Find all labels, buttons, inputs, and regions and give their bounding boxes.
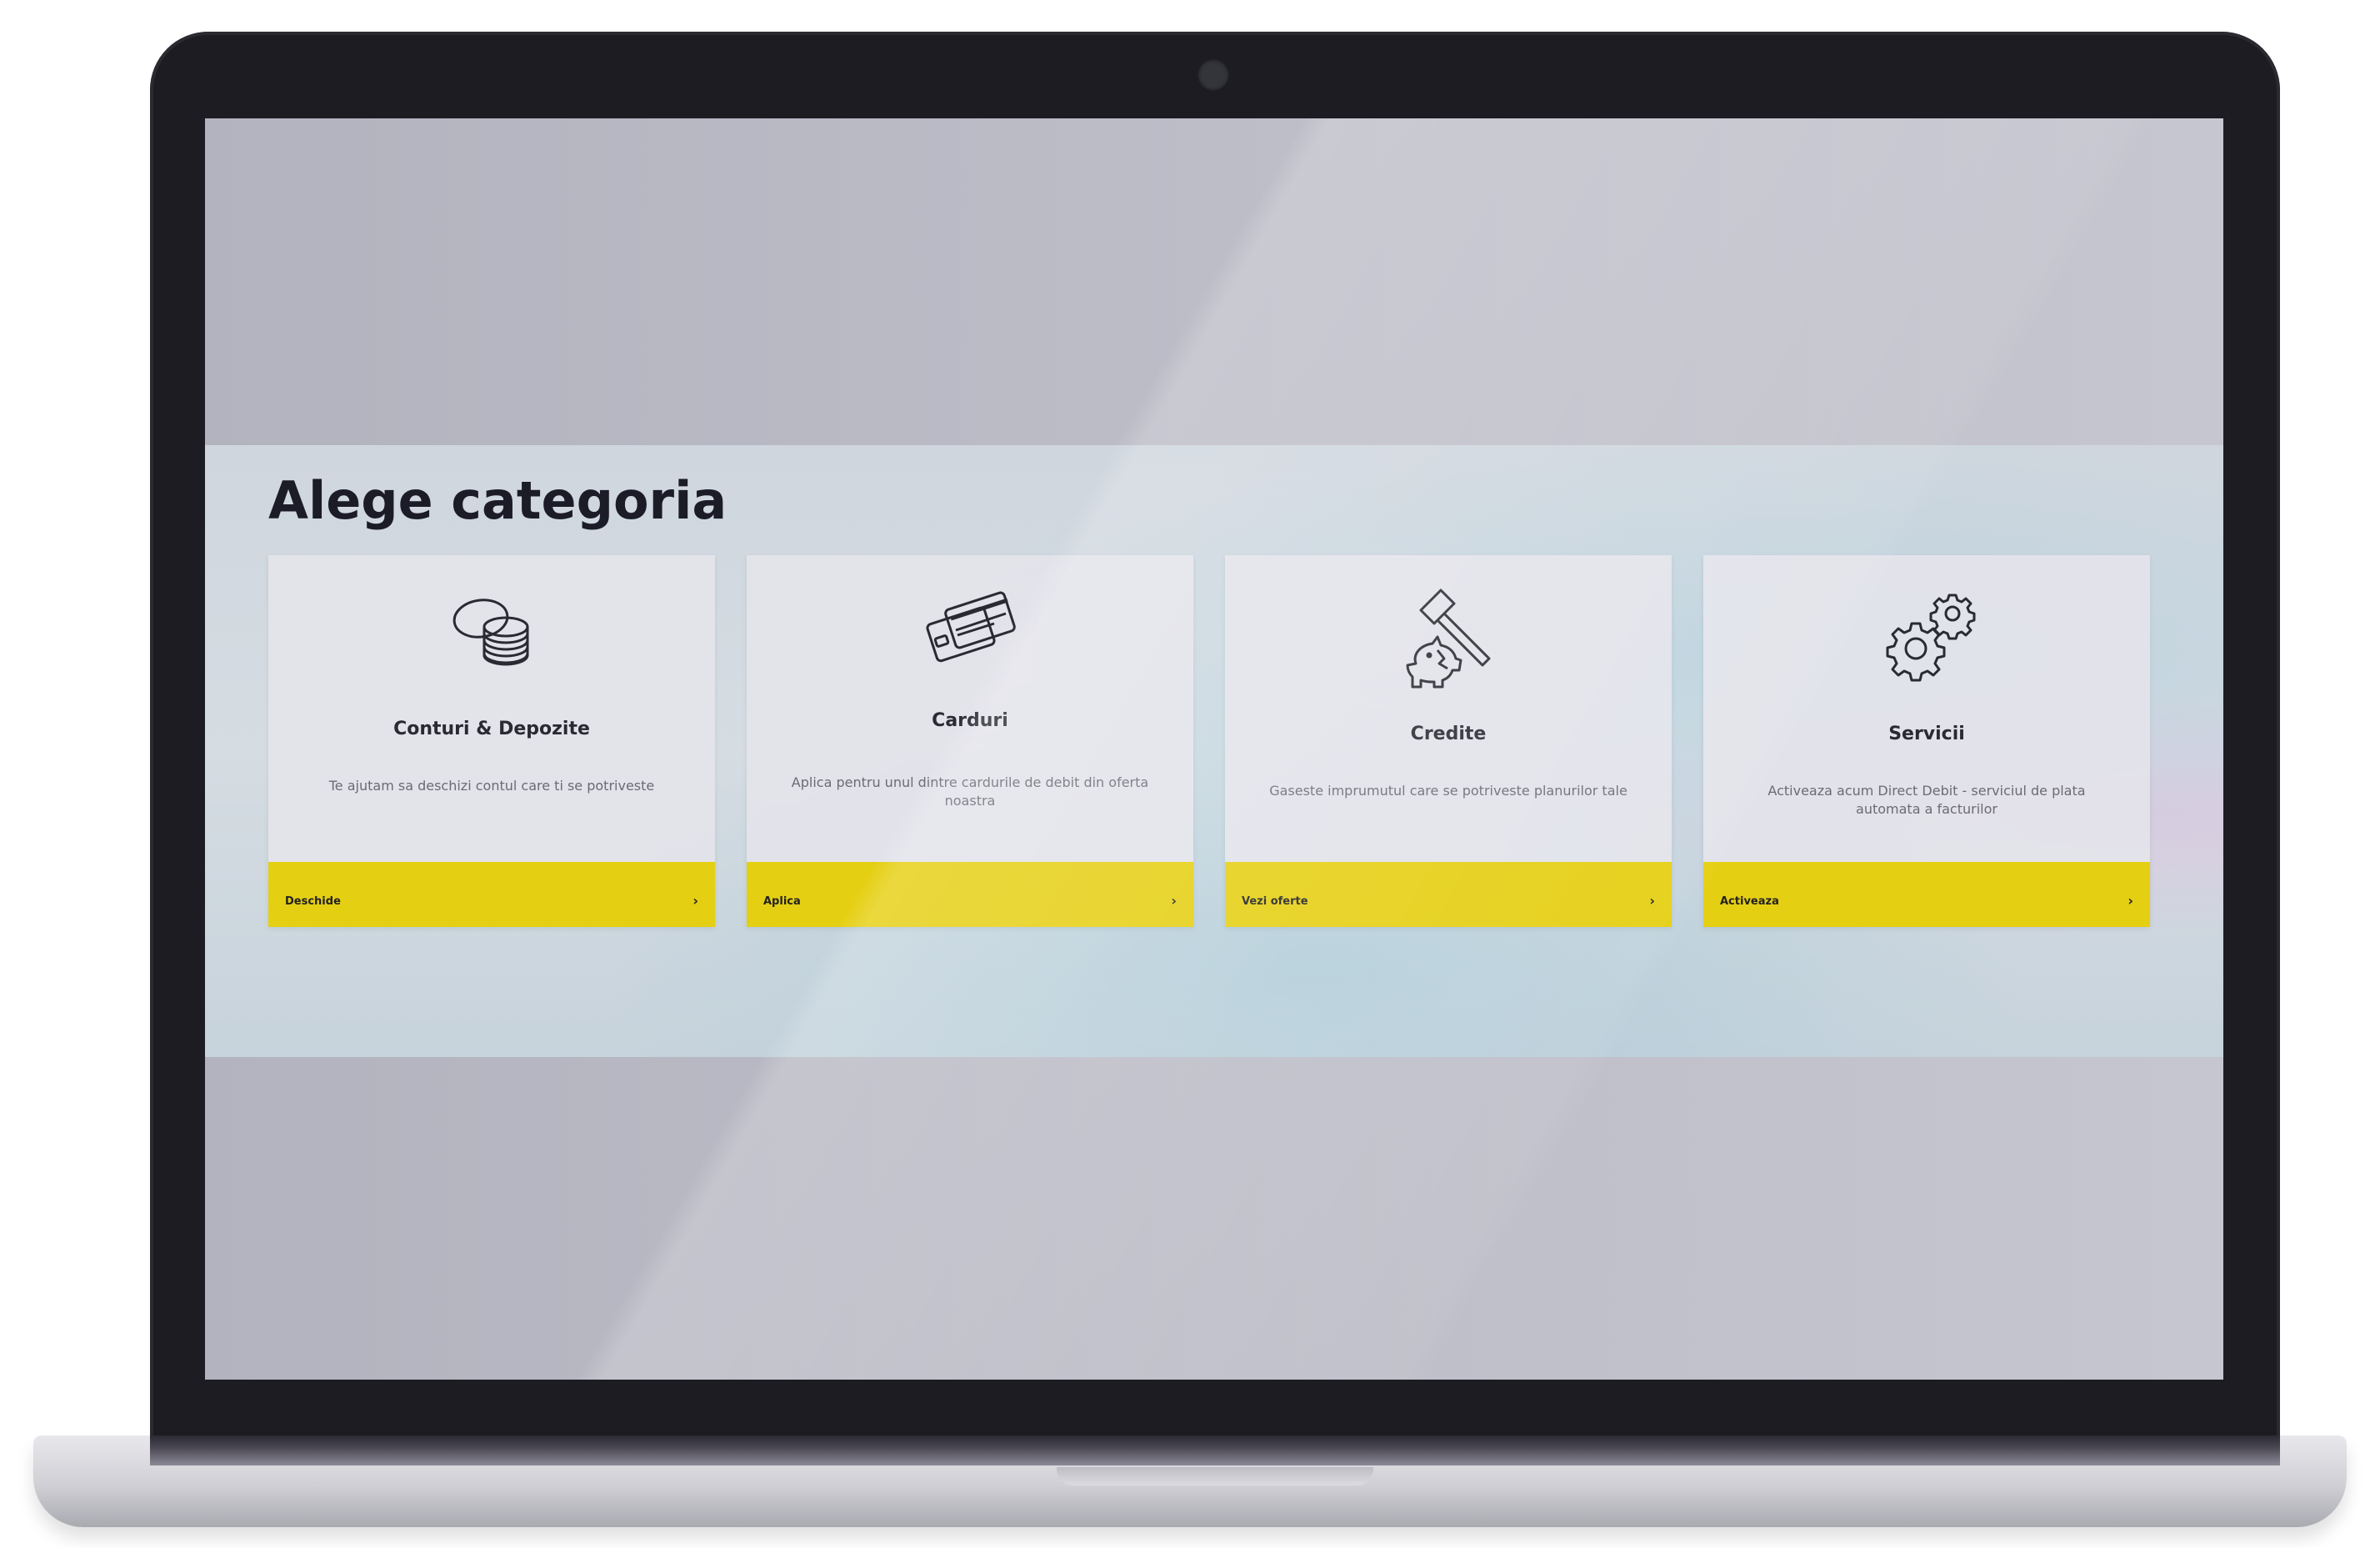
laptop-hinge <box>150 1435 2280 1465</box>
chevron-right-icon: › <box>2128 893 2133 909</box>
chevron-right-icon: › <box>692 893 698 909</box>
aplica-button[interactable]: Aplica › <box>747 862 1193 927</box>
activeaza-button[interactable]: Activeaza › <box>1703 862 2150 927</box>
coins-icon <box>452 599 529 666</box>
laptop-screen: Alege categoria Conturi & Depozite Te aj… <box>205 118 2223 1380</box>
card-description: Activeaza acum Direct Debit - serviciul … <box>1768 783 2086 817</box>
button-label: Aplica <box>763 895 801 908</box>
card-title: Credite <box>1410 724 1487 744</box>
chevron-right-icon: › <box>1171 893 1177 909</box>
piggy-bank-hammer-icon <box>1406 589 1491 689</box>
cards-icon <box>926 591 1016 663</box>
card-title: Carduri <box>932 710 1008 731</box>
card-title: Conturi & Depozite <box>393 719 590 739</box>
laptop-mockup: Alege categoria Conturi & Depozite Te aj… <box>0 0 2380 1548</box>
card-carduri: Carduri Aplica pentru unul dintre cardur… <box>747 555 1193 927</box>
webcam <box>1197 58 1230 92</box>
card-description: Aplica pentru unul dintre cardurile de d… <box>791 774 1149 809</box>
trackpad-notch <box>1057 1467 1373 1485</box>
category-cards: Conturi & Depozite Te ajutam sa deschizi… <box>268 555 2160 927</box>
card-title: Servicii <box>1888 724 1965 744</box>
category-section: Alege categoria Conturi & Depozite Te aj… <box>205 445 2223 1057</box>
button-label: Vezi oferte <box>1242 895 1308 908</box>
card-credite: Credite Gaseste imprumutul care se potri… <box>1225 555 1672 927</box>
button-label: Activeaza <box>1720 895 1779 908</box>
gears-icon <box>1886 594 1976 682</box>
card-description: Te ajutam sa deschizi contul care ti se … <box>328 778 655 794</box>
deschide-button[interactable]: Deschide › <box>268 862 715 927</box>
vezi-oferte-button[interactable]: Vezi oferte › <box>1225 862 1672 927</box>
card-description: Gaseste imprumutul care se potriveste pl… <box>1269 783 1628 799</box>
card-conturi-depozite: Conturi & Depozite Te ajutam sa deschizi… <box>268 555 715 927</box>
card-servicii: Servicii Activeaza acum Direct Debit - s… <box>1703 555 2150 927</box>
chevron-right-icon: › <box>1649 893 1655 909</box>
button-label: Deschide <box>285 895 341 908</box>
section-title: Alege categoria <box>268 470 728 531</box>
